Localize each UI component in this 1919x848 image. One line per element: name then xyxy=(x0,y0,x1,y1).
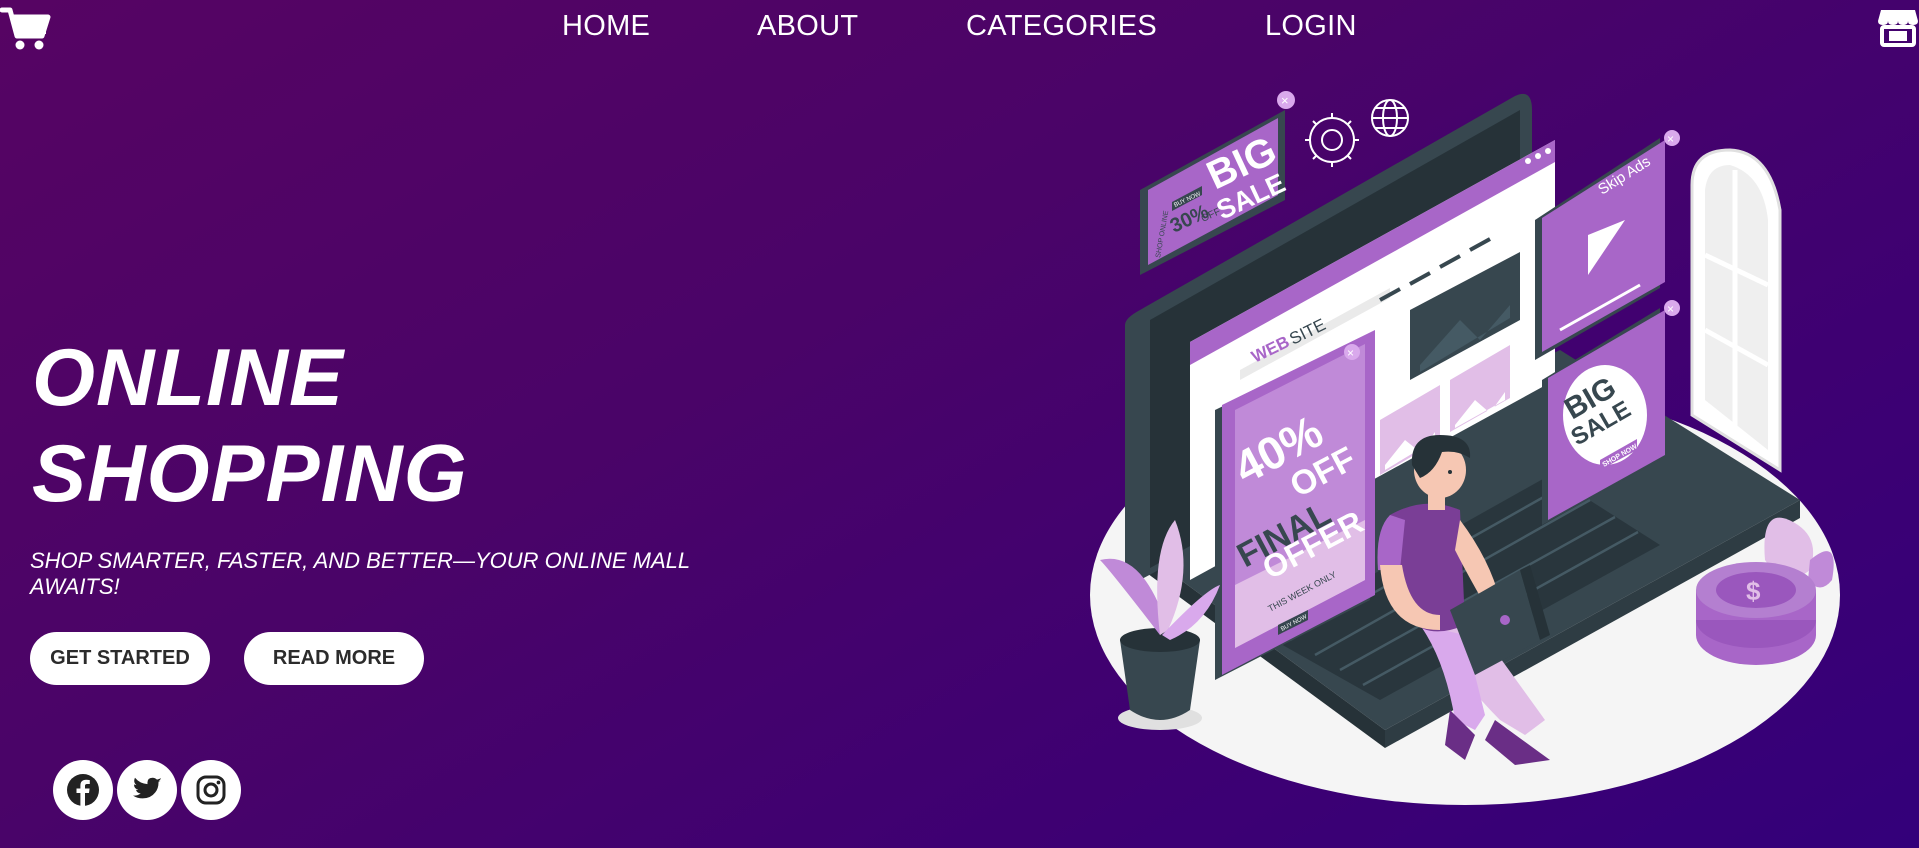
svg-text:×: × xyxy=(1667,302,1674,316)
hero-title: ONLINE SHOPPING xyxy=(32,330,632,522)
nav-home-link[interactable]: HOME xyxy=(562,10,650,43)
twitter-icon xyxy=(133,777,162,799)
nav-categories-link[interactable]: CATEGORIES xyxy=(966,10,1157,43)
facebook-link[interactable] xyxy=(53,760,113,820)
hero-title-line1: ONLINE xyxy=(32,333,345,423)
facebook-icon xyxy=(67,774,99,806)
window-graphic xyxy=(1690,148,1782,473)
get-started-button[interactable]: GET STARTED xyxy=(30,632,210,685)
online-shopping-illustration: WEB SITE 40% OFF FINAL OFFER THIS WEEK O… xyxy=(1090,91,1840,805)
globe-icon xyxy=(1371,99,1409,137)
nav-login-link[interactable]: LOGIN xyxy=(1265,10,1357,43)
svg-text:×: × xyxy=(1347,346,1354,360)
gear-icon xyxy=(1305,113,1359,167)
nav-about-link[interactable]: ABOUT xyxy=(757,10,858,43)
coin-symbol-text: $ xyxy=(1746,576,1761,606)
instagram-link[interactable] xyxy=(181,760,241,820)
main-nav: HOME ABOUT CATEGORIES LOGIN xyxy=(0,8,1919,48)
hero-title-line2: SHOPPING xyxy=(32,429,468,519)
hero-tagline: SHOP SMARTER, FASTER, AND BETTER—YOUR ON… xyxy=(30,548,690,599)
svg-text:×: × xyxy=(1667,132,1674,146)
store-icon[interactable] xyxy=(1877,6,1919,48)
read-more-button[interactable]: READ MORE xyxy=(244,632,424,685)
svg-text:×: × xyxy=(1281,93,1289,108)
twitter-link[interactable] xyxy=(117,760,177,820)
instagram-icon xyxy=(196,775,226,805)
